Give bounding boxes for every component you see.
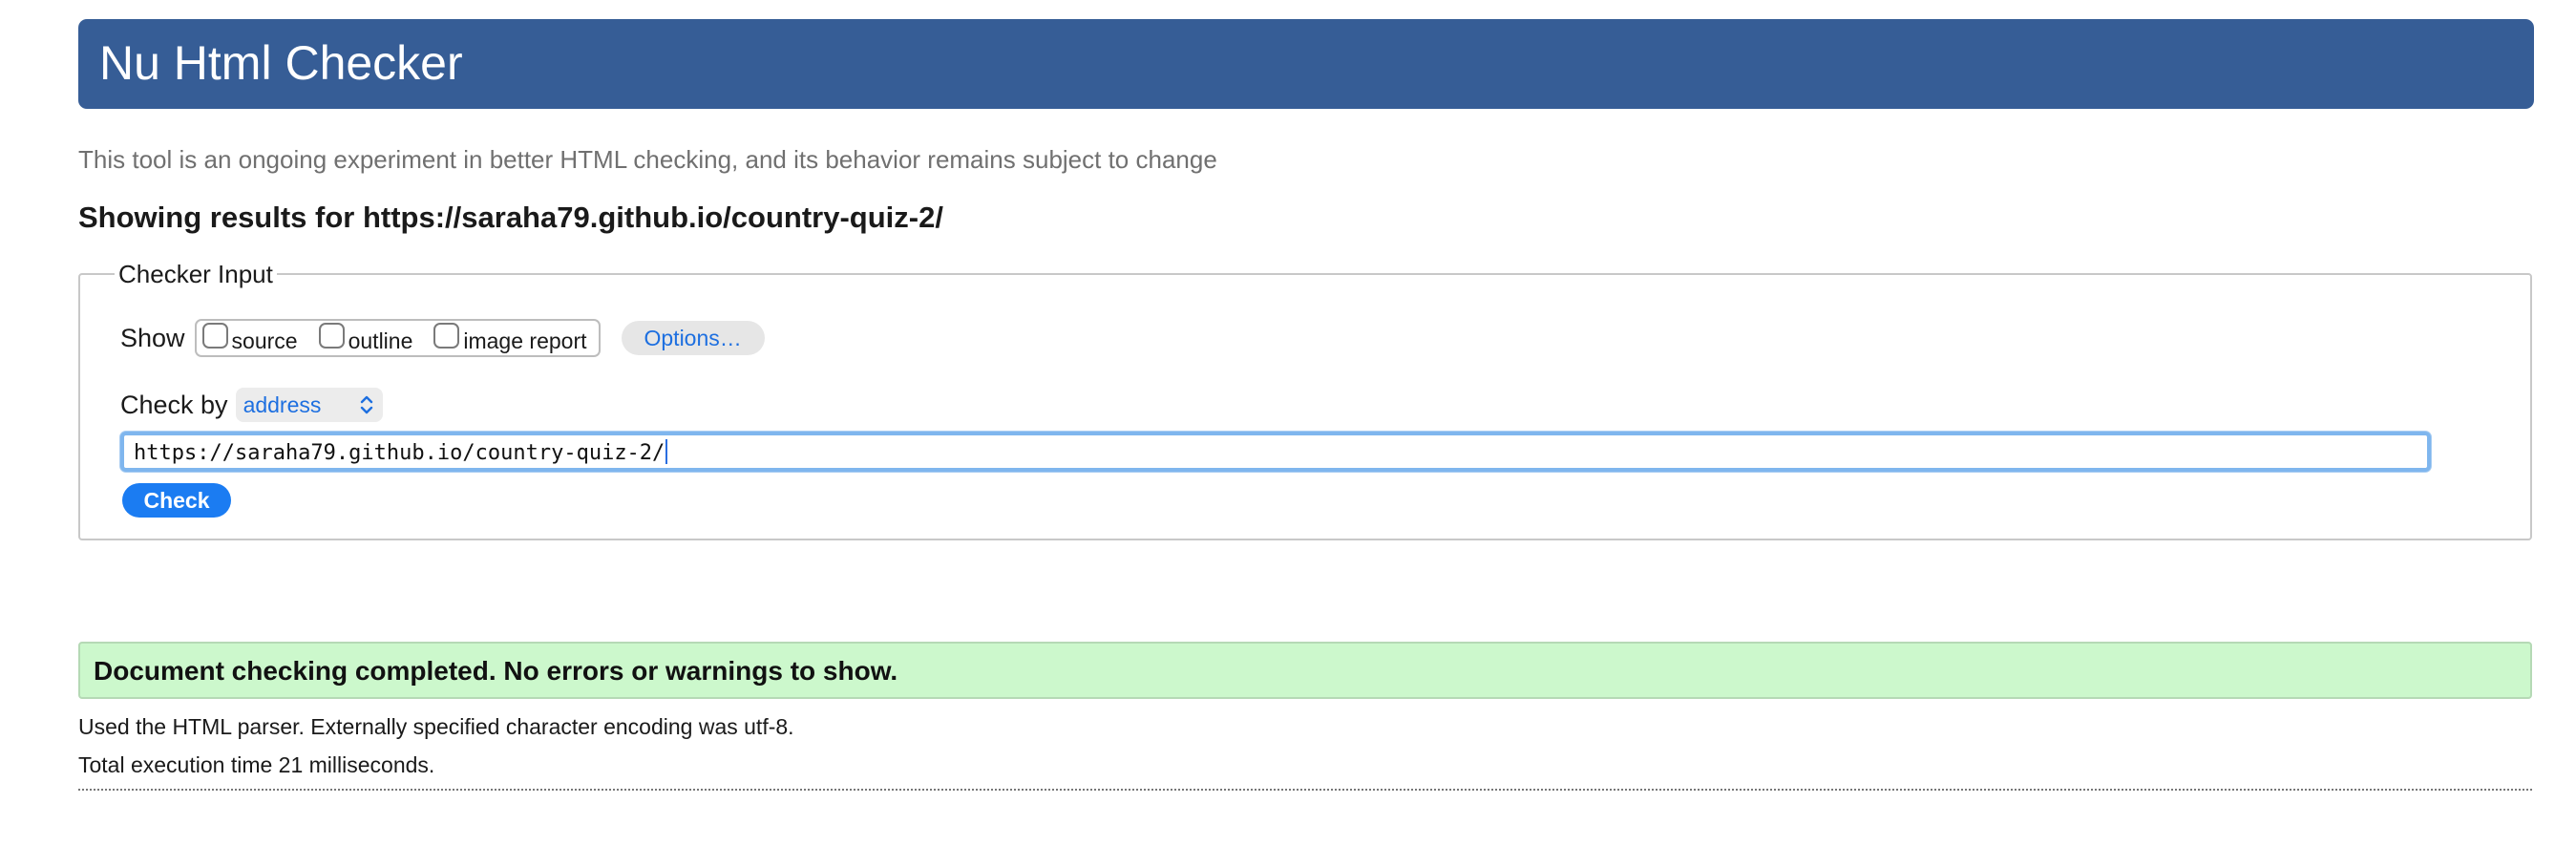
show-options-row: Show source outline image report Options… xyxy=(120,319,765,357)
app-title: Nu Html Checker xyxy=(99,36,463,90)
outline-checkbox-label[interactable]: outline xyxy=(348,328,413,354)
parser-info: Used the HTML parser. Externally specifi… xyxy=(78,714,794,739)
show-source-option[interactable]: source xyxy=(201,322,298,354)
check-by-selected-value[interactable]: address xyxy=(243,392,322,417)
show-outline-option[interactable]: outline xyxy=(318,322,413,354)
url-input-value[interactable]: https://saraha79.github.io/country-quiz-… xyxy=(134,439,668,467)
options-button[interactable]: Options… xyxy=(621,321,765,355)
dotted-divider xyxy=(78,789,2532,791)
check-by-select[interactable]: address xyxy=(235,388,383,422)
show-checkbox-group: source outline image report xyxy=(194,319,601,357)
checker-input-legend: Checker Input xyxy=(115,260,277,288)
success-message: Document checking completed. No errors o… xyxy=(94,656,898,686)
text-caret xyxy=(665,439,668,464)
execution-time: Total execution time 21 milliseconds. xyxy=(78,752,435,777)
success-message-box: Document checking completed. No errors o… xyxy=(78,642,2532,699)
show-label: Show xyxy=(120,323,185,352)
outline-checkbox[interactable] xyxy=(318,322,345,349)
checker-input-fieldset: Checker Input Show source outline image … xyxy=(78,260,2532,540)
image-report-checkbox[interactable] xyxy=(433,322,460,349)
check-by-label: Check by xyxy=(120,390,228,419)
url-input[interactable]: https://saraha79.github.io/country-quiz-… xyxy=(120,432,2431,472)
source-checkbox-label[interactable]: source xyxy=(232,328,298,354)
image-report-checkbox-label[interactable]: image report xyxy=(463,328,586,354)
page: Nu Html Checker This tool is an ongoing … xyxy=(0,0,2576,846)
tagline: This tool is an ongoing experiment in be… xyxy=(78,145,1217,174)
chevron-up-down-icon xyxy=(360,395,372,414)
show-image-report-option[interactable]: image report xyxy=(433,322,587,354)
source-checkbox[interactable] xyxy=(201,322,228,349)
results-heading: Showing results for https://saraha79.git… xyxy=(78,201,943,234)
header-banner: Nu Html Checker xyxy=(78,19,2534,109)
check-button[interactable]: Check xyxy=(122,483,231,518)
check-by-row: Check by address xyxy=(120,388,383,422)
